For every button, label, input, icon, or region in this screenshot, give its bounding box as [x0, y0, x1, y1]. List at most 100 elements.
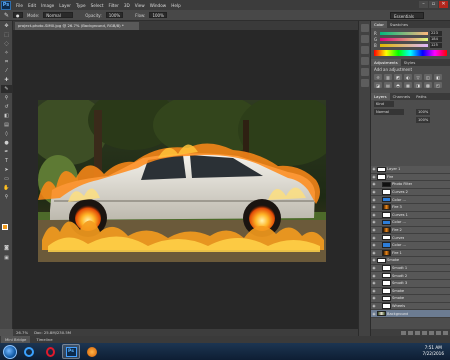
new-group-icon[interactable]: [429, 330, 434, 335]
screen-mode-icon[interactable]: ▣: [1, 254, 12, 262]
layer-thumbnail[interactable]: [377, 174, 386, 180]
taskbar-opera[interactable]: [41, 344, 59, 359]
layer-name[interactable]: Smoke: [387, 258, 399, 262]
layer-thumbnail[interactable]: [382, 219, 391, 226]
eyedropper-tool-icon[interactable]: ⁄: [1, 67, 12, 75]
brush-panel-icon[interactable]: [361, 46, 369, 54]
visibility-eye-icon[interactable]: ◉: [371, 220, 377, 224]
crop-tool-icon[interactable]: ⌗: [1, 58, 12, 66]
layer-name[interactable]: Wheels: [392, 304, 405, 308]
layer-fill-field[interactable]: 100%: [416, 117, 431, 123]
layer-name[interactable]: Smoke: [392, 296, 404, 300]
visibility-eye-icon[interactable]: ◉: [371, 190, 377, 194]
red-value[interactable]: 223: [430, 30, 442, 36]
properties-panel-icon[interactable]: [361, 35, 369, 43]
hue-saturation-icon[interactable]: ◫: [424, 74, 432, 80]
layer-name[interactable]: Curves: [392, 236, 404, 240]
green-value[interactable]: 184: [430, 36, 442, 42]
layer-row[interactable]: ◉ Layer 1: [371, 166, 450, 174]
layer-thumbnail[interactable]: [382, 265, 391, 271]
layer-row[interactable]: ◉ Fire 1: [371, 249, 450, 258]
visibility-eye-icon[interactable]: ◉: [371, 266, 377, 270]
burning-car-photo[interactable]: [38, 100, 326, 262]
visibility-eye-icon[interactable]: ◉: [371, 251, 377, 255]
tab-channels[interactable]: Channels: [390, 93, 414, 100]
zoom-level[interactable]: 26.7%: [16, 330, 28, 335]
layer-thumbnail[interactable]: [382, 288, 391, 294]
menu-filter[interactable]: Filter: [108, 3, 118, 8]
layer-thumbnail[interactable]: [382, 280, 391, 286]
layer-row[interactable]: ◉ Smoke: [371, 295, 450, 303]
quick-select-tool-icon[interactable]: ✧: [1, 49, 12, 57]
foreground-color-swatch[interactable]: [2, 224, 8, 230]
color-spectrum-bar[interactable]: [374, 50, 447, 56]
visibility-eye-icon[interactable]: ◉: [371, 205, 377, 209]
layer-name[interactable]: Layer 1: [387, 167, 400, 171]
layer-row[interactable]: ◉ Curves 2: [371, 188, 450, 197]
workspace-switcher[interactable]: Essentials: [390, 12, 424, 19]
quick-mask-icon[interactable]: ◙: [1, 244, 12, 252]
layer-name[interactable]: Photo Filter: [392, 182, 412, 186]
blue-value[interactable]: 125: [430, 42, 442, 48]
layer-row[interactable]: ◉ Wheels: [371, 302, 450, 311]
red-slider[interactable]: [380, 31, 428, 35]
visibility-eye-icon[interactable]: ◉: [371, 228, 377, 232]
layer-row[interactable]: ◉ Curves: [371, 234, 450, 242]
layer-row[interactable]: ◉ Smudt 2: [371, 272, 450, 280]
layer-row[interactable]: ◉ Fire: [371, 173, 450, 182]
visibility-eye-icon[interactable]: ◉: [371, 274, 377, 278]
gradient-map-icon[interactable]: ◰: [434, 82, 442, 88]
layer-name[interactable]: Fire 2: [392, 228, 402, 232]
layer-opacity-field[interactable]: 100%: [416, 109, 431, 115]
layer-name[interactable]: Fire: [387, 175, 393, 179]
menu-layer[interactable]: Layer: [59, 3, 71, 8]
lasso-tool-icon[interactable]: ◌: [1, 40, 12, 48]
layer-row[interactable]: ◉ Smudt 3: [371, 279, 450, 288]
minimize-button[interactable]: –: [419, 1, 428, 8]
menu-image[interactable]: Image: [41, 3, 54, 8]
brightness-contrast-icon[interactable]: ☼: [374, 74, 382, 80]
blur-tool-icon[interactable]: ◊: [1, 130, 12, 138]
healing-tool-icon[interactable]: ✚: [1, 76, 12, 84]
layer-row[interactable]: ◉ Background: [371, 310, 450, 318]
visibility-eye-icon[interactable]: ◉: [371, 213, 377, 217]
paragraph-panel-icon[interactable]: [361, 79, 369, 87]
tab-timeline[interactable]: Timeline: [32, 336, 56, 343]
layer-thumbnail[interactable]: [377, 310, 386, 317]
tab-layers[interactable]: Layers: [371, 93, 390, 100]
visibility-eye-icon[interactable]: ◉: [371, 182, 377, 186]
menu-file[interactable]: File: [16, 3, 23, 8]
add-style-icon[interactable]: [408, 330, 413, 335]
posterize-icon[interactable]: ▩: [424, 82, 432, 88]
green-slider[interactable]: [380, 37, 428, 41]
layer-name[interactable]: Smoke: [392, 289, 404, 293]
layer-name[interactable]: Color ...: [392, 243, 406, 247]
layer-thumbnail[interactable]: [382, 204, 391, 211]
move-tool-icon[interactable]: ✥: [1, 22, 12, 30]
layer-name[interactable]: Color ...: [392, 198, 406, 202]
invert-icon[interactable]: ◨: [414, 82, 422, 88]
layer-name[interactable]: Curves 2: [392, 190, 408, 194]
layer-row[interactable]: ◉ Photo Filter: [371, 181, 450, 189]
link-layers-icon[interactable]: [401, 330, 406, 335]
type-tool-icon[interactable]: T: [1, 157, 12, 165]
tab-swatches[interactable]: Swatches: [387, 21, 411, 28]
color-lookup-icon[interactable]: ▦: [404, 82, 412, 88]
visibility-eye-icon[interactable]: ◉: [371, 296, 377, 300]
delete-layer-icon[interactable]: [443, 330, 448, 335]
menu-3d[interactable]: 3D: [124, 3, 130, 8]
layer-thumbnail[interactable]: [382, 295, 391, 302]
tab-color[interactable]: Color: [371, 21, 387, 28]
layer-thumbnail[interactable]: [382, 189, 391, 195]
close-button[interactable]: ✕: [439, 1, 448, 8]
menu-help[interactable]: Help: [171, 3, 181, 8]
brush-tool-icon[interactable]: ✎: [4, 12, 9, 19]
opacity-field[interactable]: 100%: [105, 12, 124, 18]
tab-styles[interactable]: Styles: [401, 59, 419, 66]
layer-name[interactable]: Fire 1: [392, 251, 402, 255]
blue-slider[interactable]: [380, 43, 428, 47]
layer-thumbnail[interactable]: [377, 257, 386, 264]
hand-tool-icon[interactable]: ✋: [1, 184, 12, 192]
curves-icon[interactable]: ◩: [394, 74, 402, 80]
layer-name[interactable]: Background: [387, 312, 408, 316]
